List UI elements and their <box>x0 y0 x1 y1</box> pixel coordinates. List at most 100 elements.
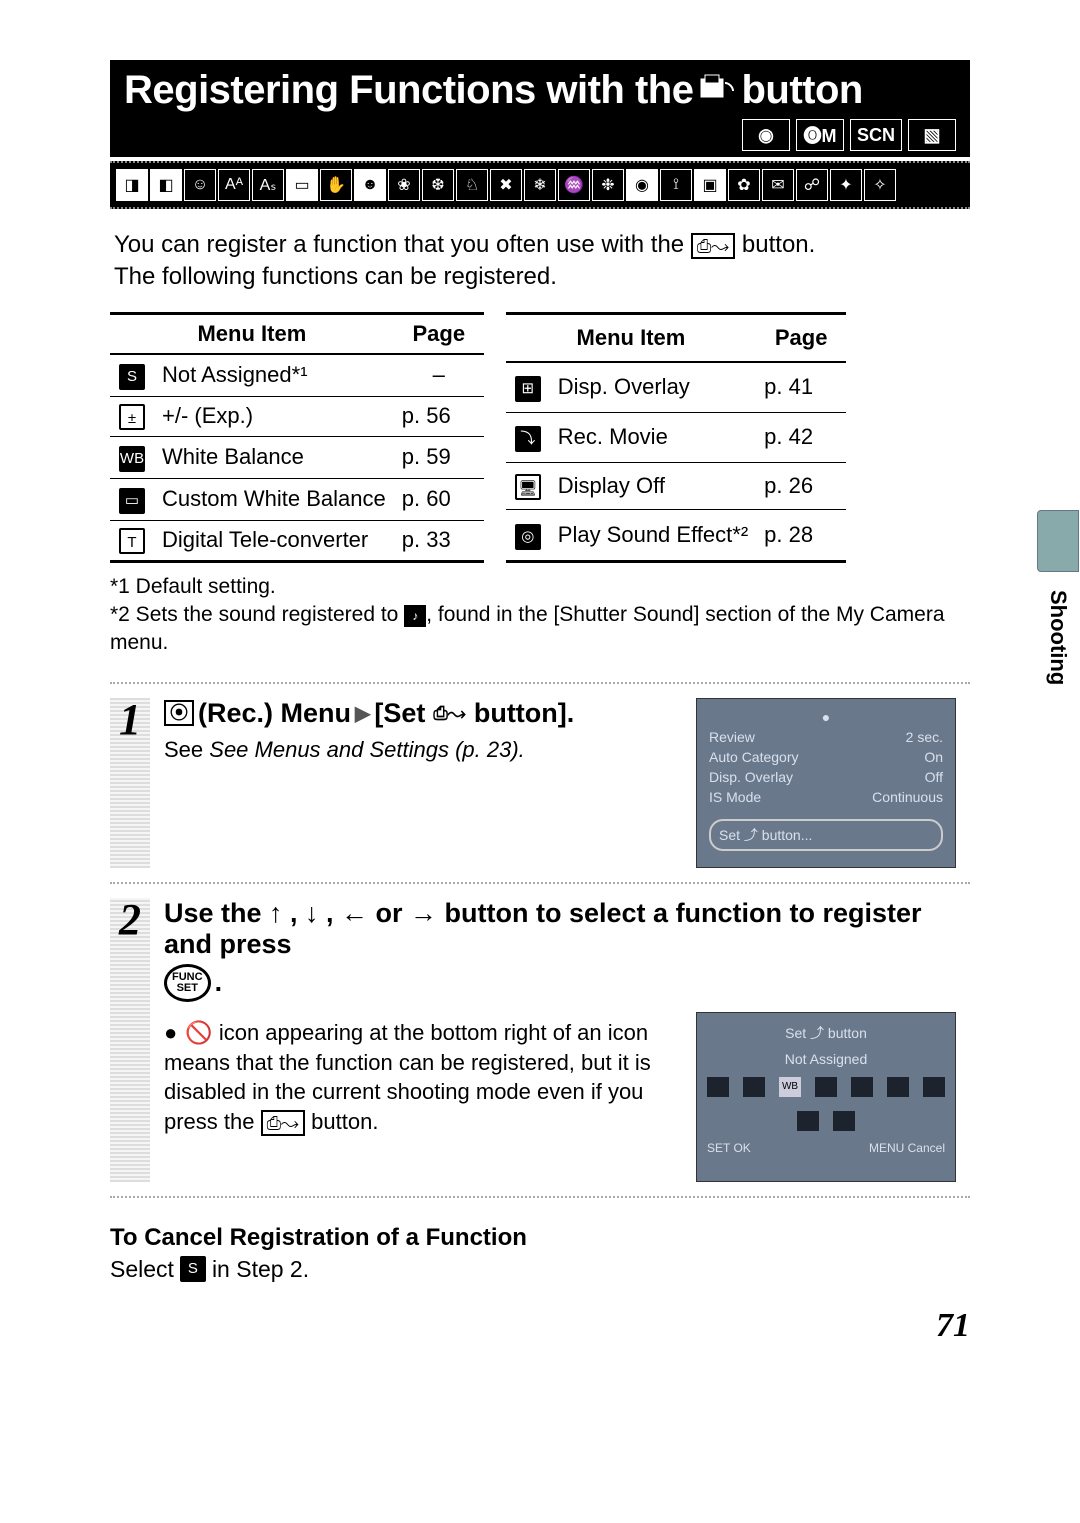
side-tab-color <box>1037 510 1079 572</box>
strip-icon: ⟟ <box>660 169 692 201</box>
strip-icon: ♘ <box>456 169 488 201</box>
step1-screenshot: ● Review2 sec. Auto CategoryOn Disp. Ove… <box>696 698 956 868</box>
header-title-post: button <box>741 68 862 113</box>
table-row: ◎ Play Sound Effect*² p. 28 <box>506 510 846 561</box>
intro-text: You can register a function that you oft… <box>114 229 966 294</box>
functions-table-right: Menu Item Page ⊞ Disp. Overlay p. 41 ⤵ R… <box>506 312 846 563</box>
step1-subtext: See See Menus and Settings (p. 23). <box>164 737 680 763</box>
scene-icon-strip: ◨ ◧ ☺ Aᴬ Aₛ ▭ ✋ ☻ ❀ ❆ ♘ ✖ ❄ ♒ ❉ ◉ ⟟ ▣ ✿ … <box>110 161 970 209</box>
item-page: p. 41 <box>756 362 846 413</box>
item-page: p. 26 <box>756 462 846 510</box>
item-name: Digital Tele-converter <box>154 520 394 561</box>
not-assigned-icon: S <box>119 364 145 390</box>
steps: 1 ⦿ (Rec.) Menu ▶ [Set ⎙↝ button]. S <box>110 682 970 1198</box>
col-menu-item: Menu Item <box>110 313 394 354</box>
strip-icon: ♒ <box>558 169 590 201</box>
item-name: Custom White Balance <box>154 478 394 520</box>
strip-icon: ✖ <box>490 169 522 201</box>
strip-icon: ▭ <box>286 169 318 201</box>
strip-icon: ❀ <box>388 169 420 201</box>
rec-movie-icon: ⤵ <box>515 426 541 452</box>
header-title-pre: Registering Functions with the <box>124 68 693 113</box>
mode-badges: ◉ 🅞M SCN ▧ <box>124 119 956 151</box>
prohibit-icon: 🚫 <box>185 1020 212 1045</box>
highlighted-menu-item: Set ⤴ button... <box>709 819 943 851</box>
item-page: p. 28 <box>756 510 846 561</box>
item-name: +/- (Exp.) <box>154 396 394 436</box>
col-page: Page <box>756 313 846 361</box>
strip-icon: ▣ <box>694 169 726 201</box>
strip-icon: ☺ <box>184 169 216 201</box>
col-menu-item: Menu Item <box>506 313 756 361</box>
rec-menu-icon: ⦿ <box>164 700 194 726</box>
strip-icon: ✉ <box>762 169 794 201</box>
section-header: Registering Functions with the button ◉ … <box>110 60 970 157</box>
strip-icon: Aᴬ <box>218 169 250 201</box>
item-page: p. 60 <box>394 478 484 520</box>
header-title: Registering Functions with the button <box>124 68 956 113</box>
intro-line1-pre: You can register a function that you oft… <box>114 231 684 258</box>
mode-manual-icon: 🅞M <box>796 119 844 151</box>
strip-icon: ☍ <box>796 169 828 201</box>
item-name: Rec. Movie <box>550 412 756 462</box>
table-row: ⤵ Rec. Movie p. 42 <box>506 412 846 462</box>
item-name: Display Off <box>550 462 756 510</box>
footnote-2: *2 Sets the sound registered to ♪, found… <box>110 601 970 658</box>
print-shortcut-icon: ⎙↝ <box>691 233 735 259</box>
col-page: Page <box>394 313 484 354</box>
intro-line1-post: button. <box>742 231 815 258</box>
item-name: White Balance <box>154 436 394 478</box>
teleconverter-icon: T <box>119 528 145 554</box>
functions-table-left: Menu Item Page S Not Assigned*¹ – ± +/- … <box>110 312 484 563</box>
strip-icon: ✦ <box>830 169 862 201</box>
step1-title: ⦿ (Rec.) Menu ▶ [Set ⎙↝ button]. <box>164 698 680 729</box>
cancel-title: To Cancel Registration of a Function <box>110 1224 970 1252</box>
section-side-tab: Shooting <box>1036 510 1080 685</box>
disp-overlay-icon: ⊞ <box>515 376 541 402</box>
func-set-button-icon: FUNCSET <box>164 964 211 1002</box>
display-off-icon: 🖥 <box>515 474 541 500</box>
item-page: p. 59 <box>394 436 484 478</box>
table-row: S Not Assigned*¹ – <box>110 354 484 397</box>
exposure-icon: ± <box>119 404 145 430</box>
strip-icon: ❄ <box>524 169 556 201</box>
step2-note: ●🚫 icon appearing at the bottom right of… <box>164 1018 680 1137</box>
item-name: Play Sound Effect*² <box>550 510 756 561</box>
item-page: – <box>394 354 484 397</box>
footnote-1: *1 Default setting. <box>110 573 970 601</box>
strip-icon: ◧ <box>150 169 182 201</box>
strip-icon: ✋ <box>320 169 352 201</box>
arrow-right-icon: ▶ <box>355 701 370 726</box>
side-tab-label: Shooting <box>1045 590 1071 685</box>
step-1: 1 ⦿ (Rec.) Menu ▶ [Set ⎙↝ button]. S <box>110 684 970 884</box>
strip-icon: ✧ <box>864 169 896 201</box>
page-number: 71 <box>110 1307 970 1345</box>
item-name: Not Assigned*¹ <box>154 354 394 397</box>
step-number: 2 <box>119 894 141 1178</box>
footnotes: *1 Default setting. *2 Sets the sound re… <box>110 573 970 658</box>
strip-icon: ✿ <box>728 169 760 201</box>
mode-scn-icon: SCN <box>850 119 902 151</box>
step2-title: Use the ↑ , ↓ , ← or → button to select … <box>164 898 956 1002</box>
print-shortcut-icon: ⎙↝ <box>429 700 469 726</box>
item-page: p. 56 <box>394 396 484 436</box>
step2-screenshot: Set ⤴ button Not Assigned WB SET OK MENU… <box>696 1012 956 1182</box>
item-page: p. 42 <box>756 412 846 462</box>
step-number: 1 <box>119 694 141 864</box>
item-page: p. 33 <box>394 520 484 561</box>
cancel-body: Select S in Step 2. <box>110 1256 970 1283</box>
table-row: ± +/- (Exp.) p. 56 <box>110 396 484 436</box>
table-row: T Digital Tele-converter p. 33 <box>110 520 484 561</box>
strip-icon: Aₛ <box>252 169 284 201</box>
cancel-section: To Cancel Registration of a Function Sel… <box>110 1224 970 1283</box>
print-shortcut-icon: ⎙↝ <box>261 1110 305 1136</box>
table-row: WB White Balance p. 59 <box>110 436 484 478</box>
strip-icon: ◨ <box>116 169 148 201</box>
strip-icon: ☻ <box>354 169 386 201</box>
functions-tables: Menu Item Page S Not Assigned*¹ – ± +/- … <box>110 312 970 563</box>
custom-wb-icon: ▭ <box>119 488 145 514</box>
table-row: ⊞ Disp. Overlay p. 41 <box>506 362 846 413</box>
strip-icon: ❆ <box>422 169 454 201</box>
white-balance-icon: WB <box>119 446 145 472</box>
strip-icon: ◉ <box>626 169 658 201</box>
